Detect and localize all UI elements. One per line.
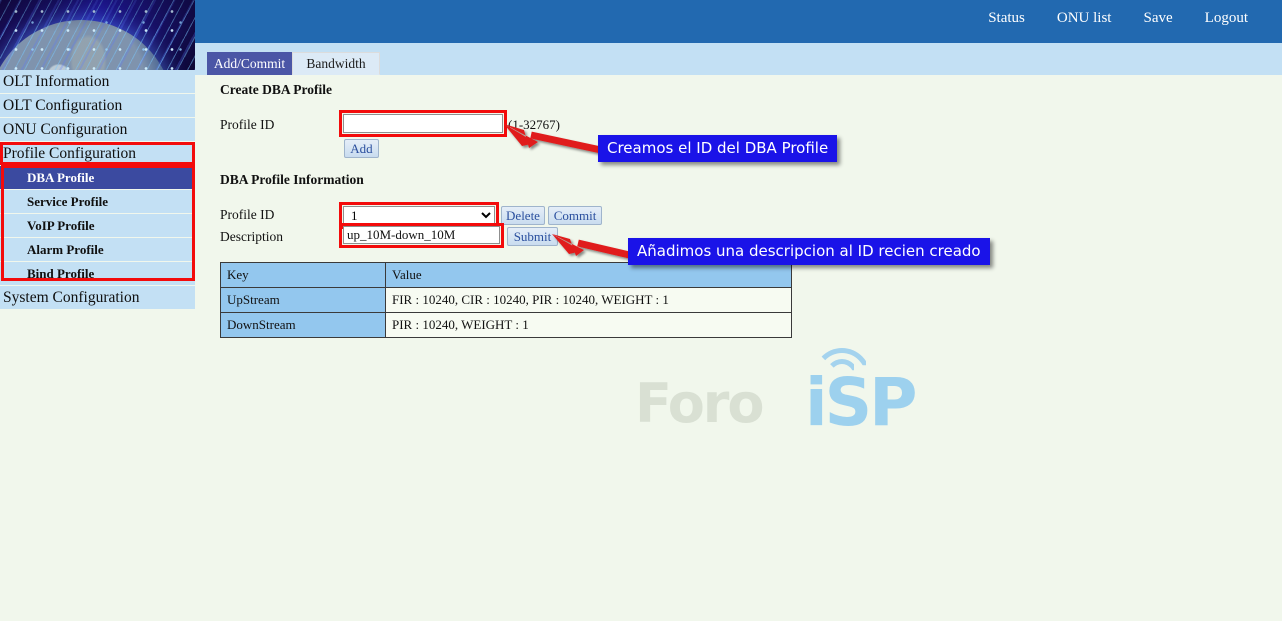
tab-add-commit[interactable]: Add/Commit — [207, 52, 292, 75]
wifi-arc-outer-icon — [813, 348, 871, 378]
top-nav-logout[interactable]: Logout — [1189, 10, 1264, 27]
sidebar: OLT InformationOLT ConfigurationONU Conf… — [0, 0, 195, 621]
table-body: UpStreamFIR : 10240, CIR : 10240, PIR : … — [221, 288, 792, 338]
top-nav-links: StatusONU listSaveLogout — [972, 10, 1264, 27]
sidebar-item-bind-profile[interactable]: Bind Profile — [0, 262, 195, 286]
description-label: Description — [220, 229, 283, 245]
top-bar: StatusONU listSaveLogout — [195, 0, 1282, 43]
foroisp-watermark: Foro iSP — [635, 350, 985, 440]
sidebar-item-olt-configuration[interactable]: OLT Configuration — [0, 94, 195, 118]
highlight-box-profile-id-input — [339, 110, 507, 137]
table-row: DownStreamPIR : 10240, WEIGHT : 1 — [221, 313, 792, 338]
tab-strip: Add/Commit Bandwidth — [195, 43, 1282, 75]
table-cell-key: DownStream — [221, 313, 386, 338]
table-cell-value: PIR : 10240, WEIGHT : 1 — [386, 313, 792, 338]
banner-shading — [0, 0, 195, 70]
sidebar-item-voip-profile[interactable]: VoIP Profile — [0, 214, 195, 238]
header-banner-image — [0, 0, 195, 70]
sidebar-item-alarm-profile[interactable]: Alarm Profile — [0, 238, 195, 262]
sidebar-item-profile-configuration[interactable]: Profile Configuration — [0, 142, 195, 166]
table-row: UpStreamFIR : 10240, CIR : 10240, PIR : … — [221, 288, 792, 313]
table-cell-key: UpStream — [221, 288, 386, 313]
dba-profile-table: Key Value UpStreamFIR : 10240, CIR : 102… — [220, 262, 792, 338]
table-head: Key Value — [221, 263, 792, 288]
table-header-row: Key Value — [221, 263, 792, 288]
sidebar-item-olt-information[interactable]: OLT Information — [0, 70, 195, 94]
sidebar-nav: OLT InformationOLT ConfigurationONU Conf… — [0, 70, 195, 310]
tab-bandwidth[interactable]: Bandwidth — [292, 52, 380, 75]
table-header-key: Key — [221, 263, 386, 288]
delete-button[interactable]: Delete — [501, 206, 545, 225]
highlight-box-description-input — [339, 223, 504, 248]
info-profile-id-label: Profile ID — [220, 207, 274, 223]
commit-button[interactable]: Commit — [548, 206, 602, 225]
sidebar-item-dba-profile[interactable]: DBA Profile — [0, 166, 195, 190]
annotation-callout-1: Creamos el ID del DBA Profile — [598, 135, 837, 162]
page-root: OLT InformationOLT ConfigurationONU Conf… — [0, 0, 1282, 621]
watermark-text-isp: iSP — [805, 364, 915, 441]
table-cell-value: FIR : 10240, CIR : 10240, PIR : 10240, W… — [386, 288, 792, 313]
top-nav-onu-list[interactable]: ONU list — [1041, 10, 1128, 27]
annotation-arrow-1 — [498, 118, 608, 164]
add-button[interactable]: Add — [344, 139, 379, 158]
info-section-title: DBA Profile Information — [220, 172, 364, 188]
top-nav-save[interactable]: Save — [1127, 10, 1188, 27]
sidebar-item-system-configuration[interactable]: System Configuration — [0, 286, 195, 310]
sidebar-item-onu-configuration[interactable]: ONU Configuration — [0, 118, 195, 142]
create-profile-id-label: Profile ID — [220, 117, 274, 133]
sidebar-item-service-profile[interactable]: Service Profile — [0, 190, 195, 214]
top-nav-status[interactable]: Status — [972, 10, 1041, 27]
annotation-callout-2: Añadimos una descripcion al ID recien cr… — [628, 238, 990, 265]
create-section-title: Create DBA Profile — [220, 82, 332, 98]
watermark-text-foro: Foro — [635, 372, 763, 435]
wifi-arc-inner-icon — [825, 359, 859, 377]
